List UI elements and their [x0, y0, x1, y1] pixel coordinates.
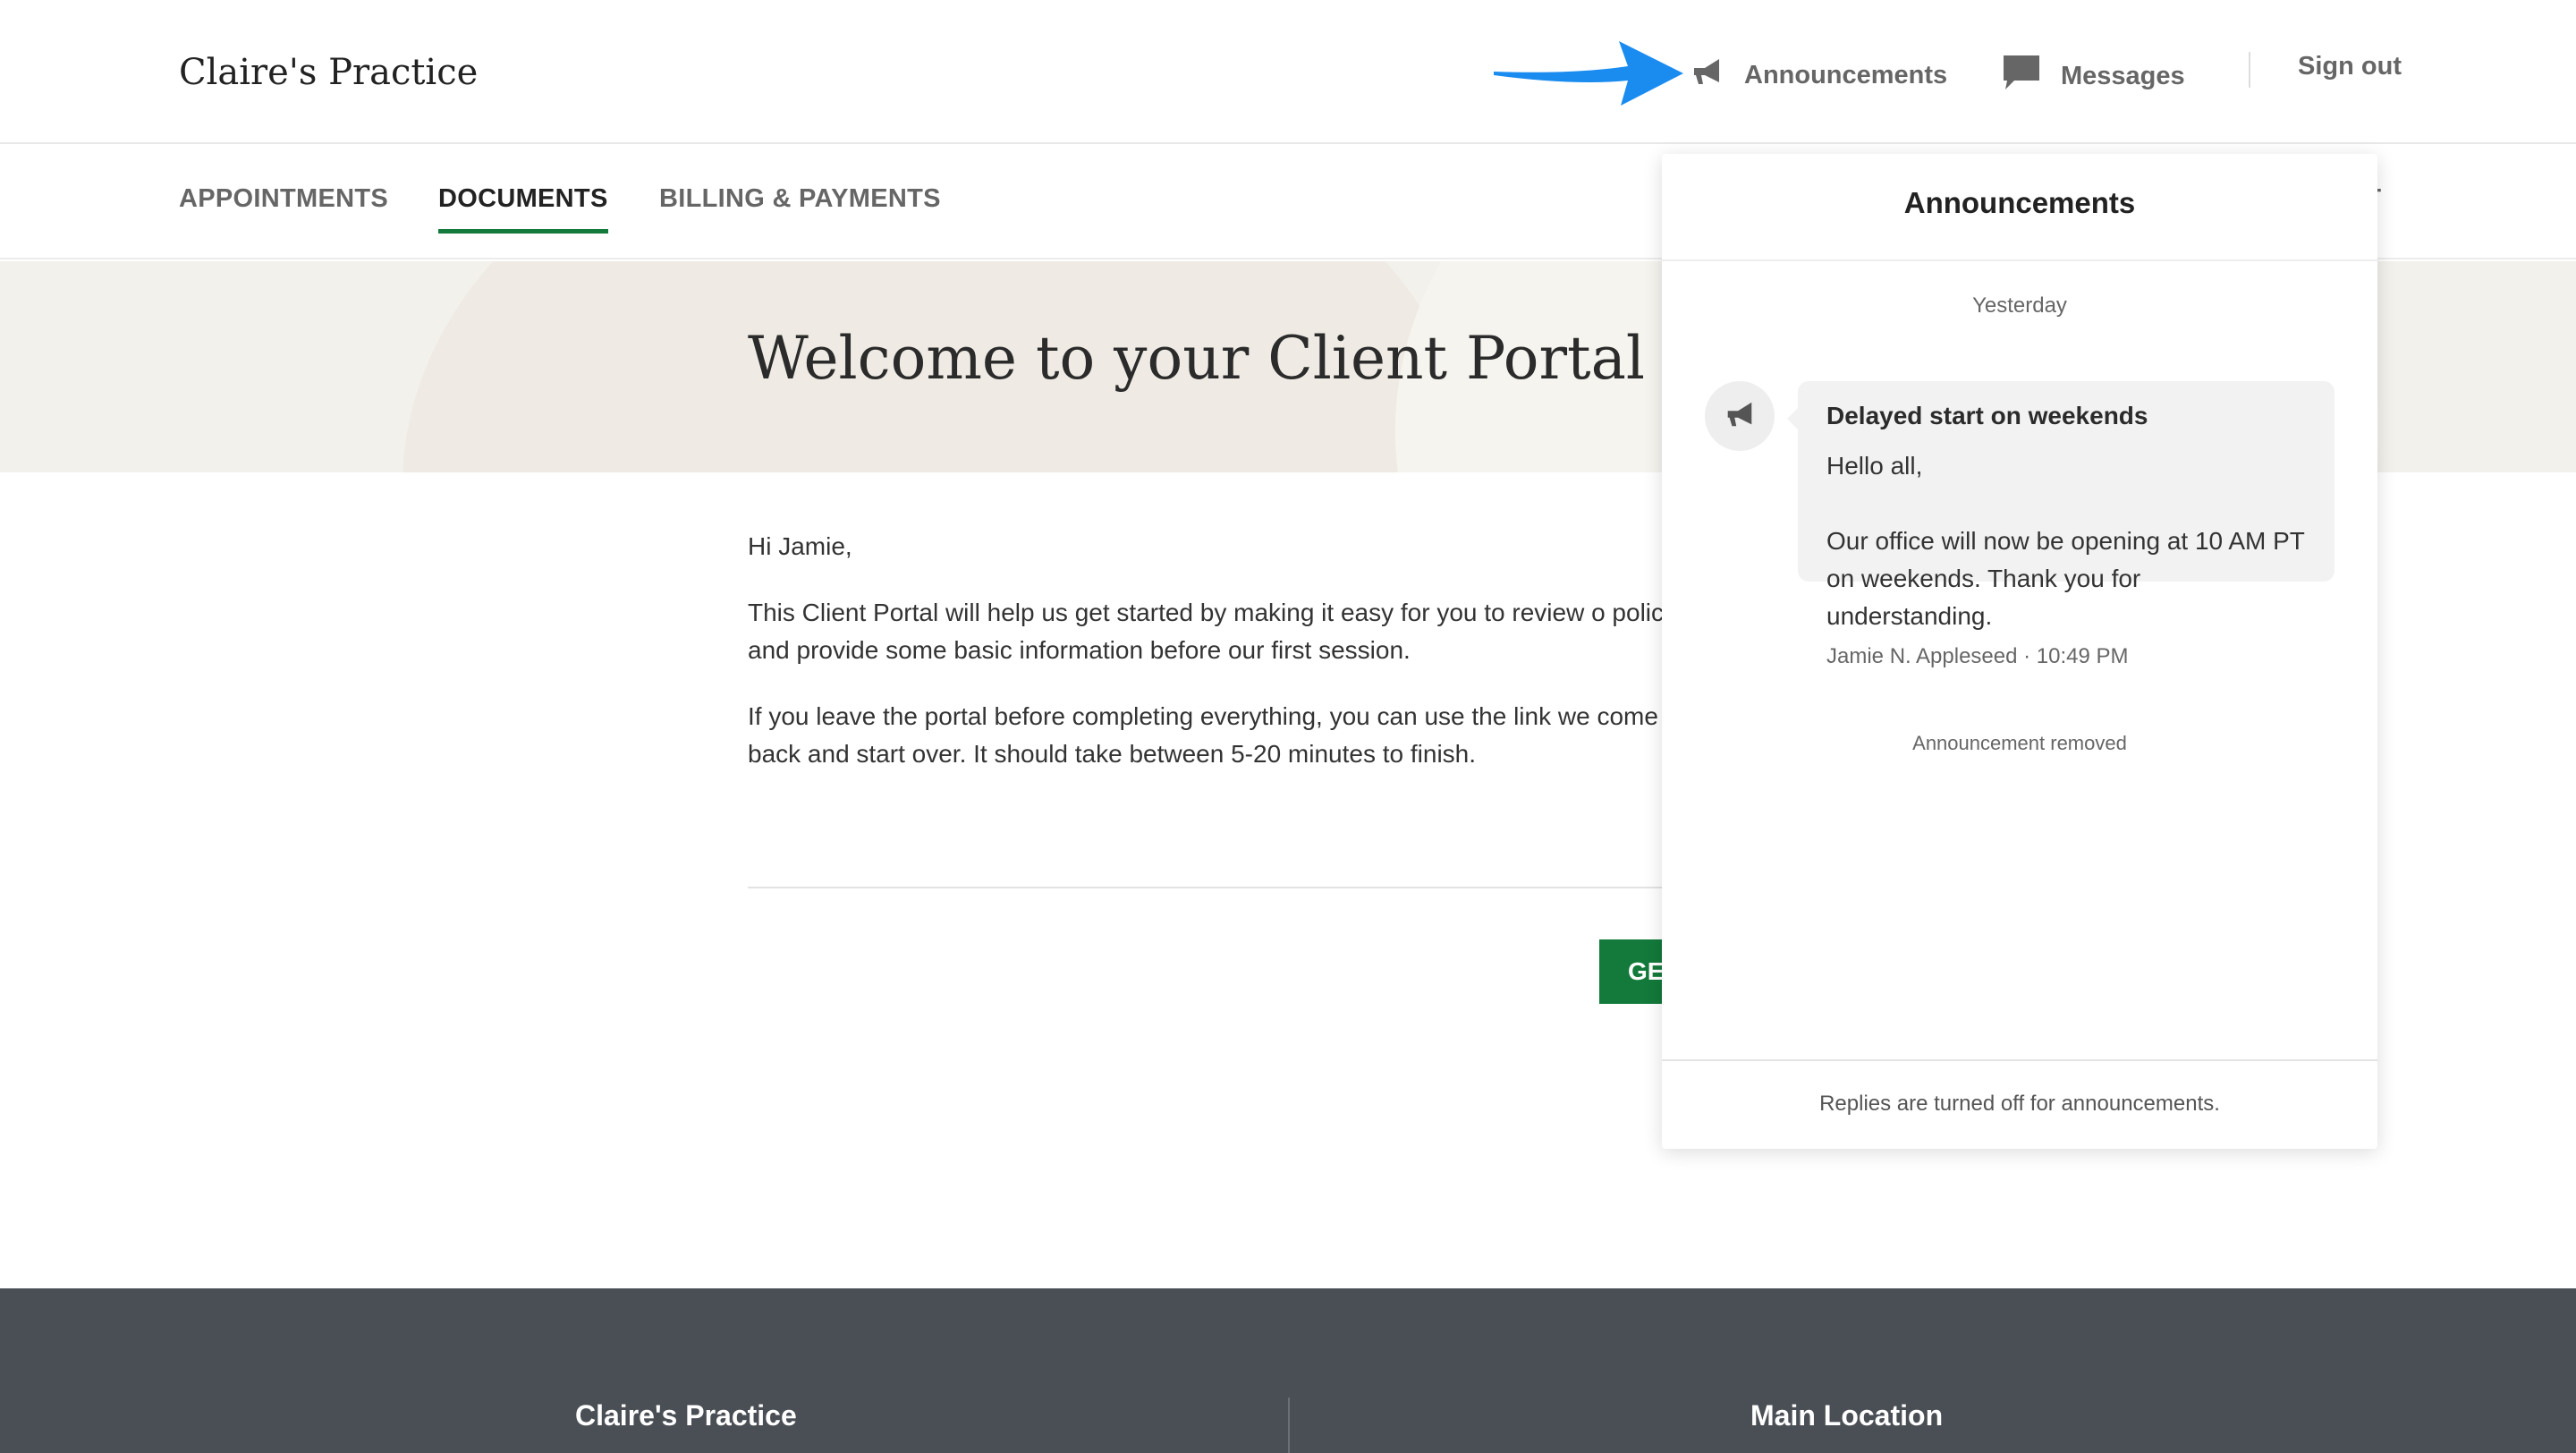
page-footer: Claire's Practice Main Location: [0, 1288, 2576, 1453]
tab-appointments[interactable]: APPOINTMENTS: [179, 184, 388, 214]
messages-link[interactable]: Messages: [2002, 54, 2185, 98]
announcement-body: Hello all, Our office will now be openin…: [1826, 452, 2305, 630]
announcement-meta: Jamie N. Appleseed · 10:49 PM: [1826, 644, 2129, 668]
instructions-paragraph: If you leave the portal before completin…: [748, 702, 1658, 768]
tab-billing-payments[interactable]: BILLING & PAYMENTS: [659, 184, 941, 214]
announcement-removed-note: Announcement removed: [1912, 732, 2127, 754]
megaphone-icon: [1689, 54, 1744, 97]
pointer-arrow-icon: [1494, 38, 1683, 114]
chat-bubble-icon: [2002, 54, 2061, 98]
footer-divider: [1288, 1398, 1290, 1453]
announcement-item: Delayed start on weekends Hello all, Our…: [1787, 381, 2334, 668]
replies-off-note: Replies are turned off for announcements…: [1662, 1059, 2377, 1149]
footer-practice-name: Claire's Practice: [575, 1399, 797, 1432]
announcements-panel: Announcements Yesterday Delayed start on…: [1662, 154, 2377, 1149]
announcements-link[interactable]: Announcements: [1689, 54, 1947, 97]
tab-documents[interactable]: DOCUMENTS: [438, 184, 608, 234]
date-separator: Yesterday: [1972, 293, 2067, 318]
brand-name[interactable]: Claire's Practice: [179, 52, 478, 93]
sign-out-link[interactable]: Sign out: [2298, 52, 2402, 81]
messages-label: Messages: [2061, 61, 2185, 90]
page-title: Welcome to your Client Portal: [748, 324, 1646, 393]
announcement-avatar: [1705, 381, 1775, 451]
intro-paragraph: This Client Portal will help us get star…: [748, 599, 1696, 664]
announcements-panel-title: Announcements: [1662, 154, 2377, 261]
welcome-content: Hi Jamie, This Client Portal will help u…: [748, 528, 1696, 802]
nav-divider: [2249, 52, 2250, 88]
announcements-label: Announcements: [1744, 60, 1948, 89]
announcement-title: Delayed start on weekends: [1826, 402, 2148, 429]
greeting-text: Hi Jamie,: [748, 532, 852, 560]
footer-location-title: Main Location: [1750, 1399, 1944, 1432]
content-divider: [748, 887, 1705, 888]
megaphone-icon: [1723, 397, 1757, 436]
top-header: Claire's Practice Announcements Messages…: [0, 0, 2576, 144]
